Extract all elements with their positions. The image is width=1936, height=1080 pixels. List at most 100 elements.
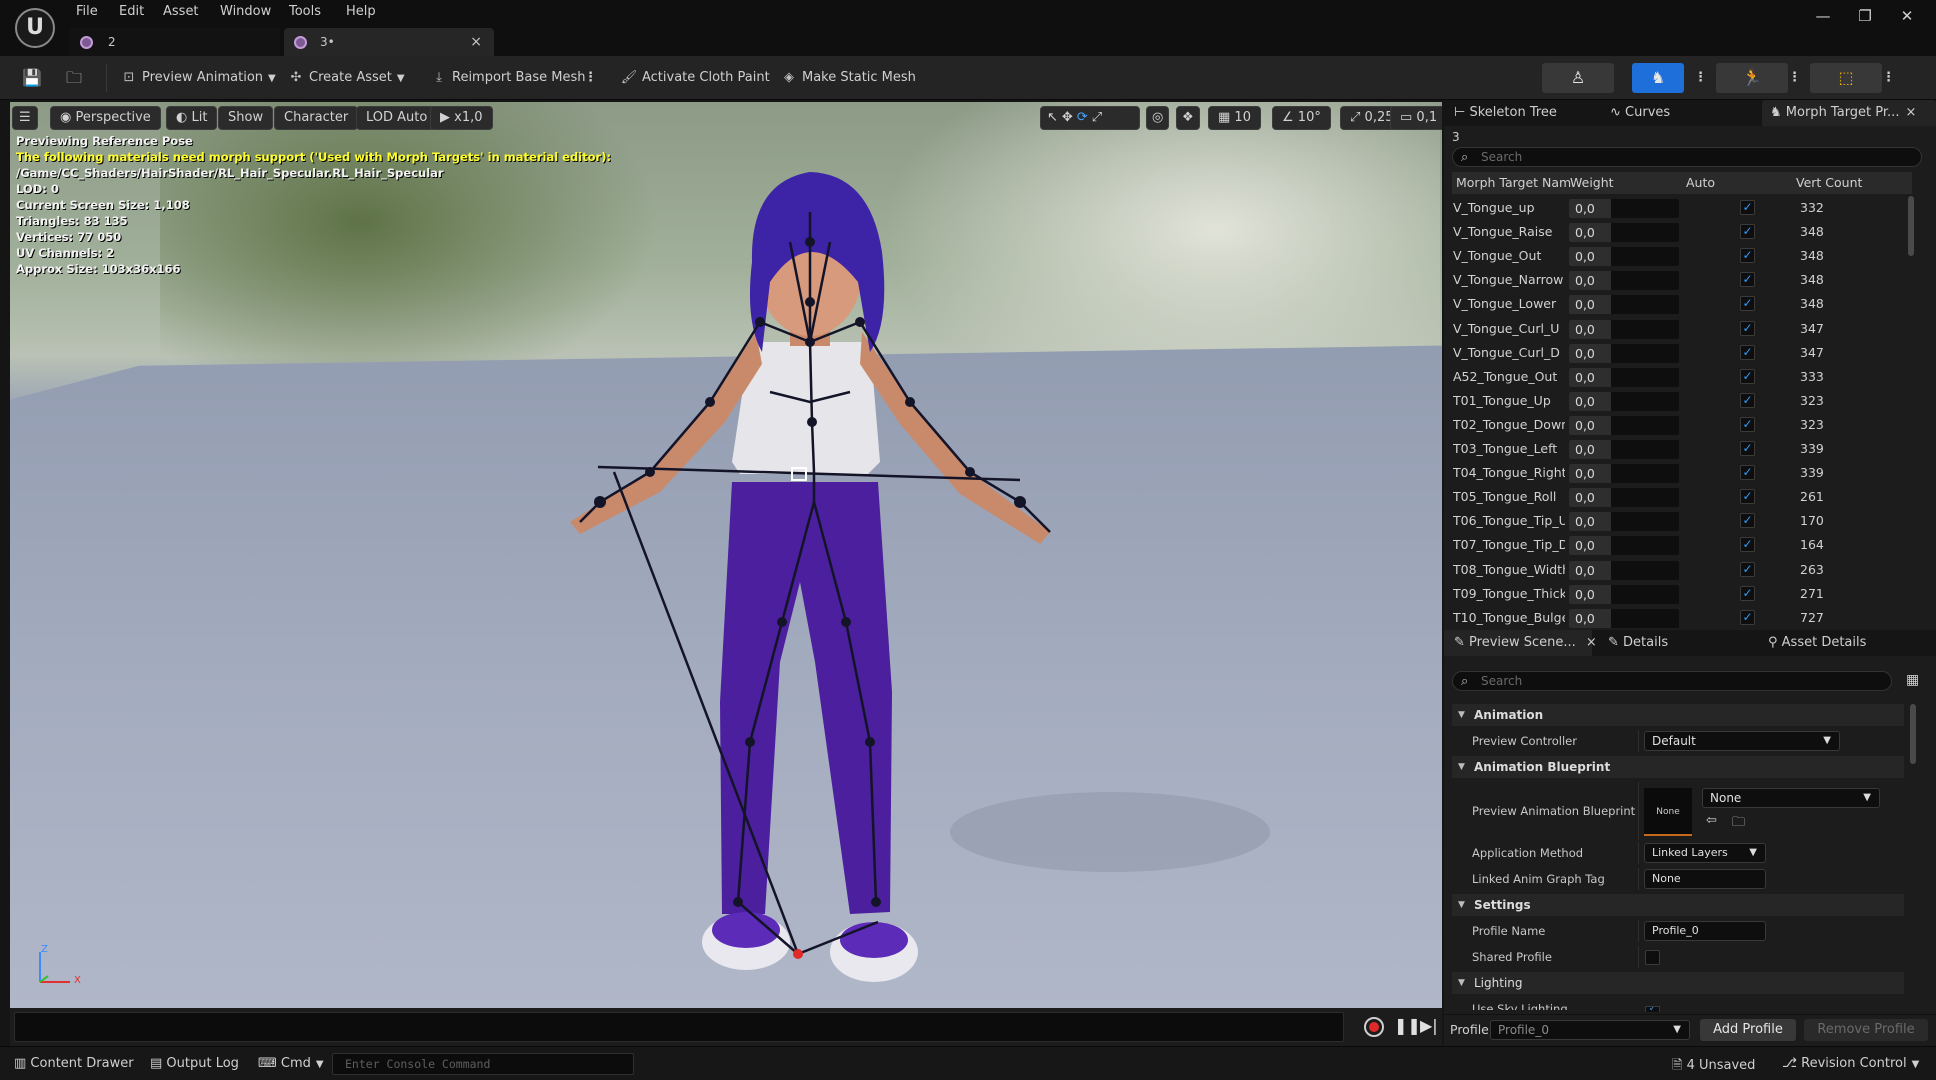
tab-asset-3[interactable]: 3• × bbox=[284, 28, 494, 56]
lit-button[interactable]: ◐ Lit bbox=[166, 106, 218, 130]
remove-profile-button[interactable]: Remove Profile bbox=[1804, 1019, 1928, 1041]
morph-target-row[interactable]: V_Tongue_Raise 0,0 ✓ 348 bbox=[1452, 220, 1912, 244]
blueprint-mode-button[interactable]: ⬚ bbox=[1810, 63, 1882, 93]
morph-target-row[interactable]: T10_Tongue_Bulge_ 0,0 ✓ 727 bbox=[1452, 606, 1912, 630]
profile-dropdown[interactable]: Profile_0 ▼ bbox=[1490, 1020, 1690, 1040]
auto-checkbox[interactable]: ✓ bbox=[1740, 344, 1755, 360]
close-tab-icon[interactable]: × bbox=[1905, 105, 1916, 120]
auto-checkbox[interactable]: ✓ bbox=[1740, 272, 1755, 288]
morph-weight-slider[interactable]: 0,0 bbox=[1569, 367, 1679, 387]
morph-weight-slider[interactable]: 0,0 bbox=[1569, 560, 1679, 580]
pause-icon[interactable]: ❚❚ bbox=[1394, 1016, 1421, 1035]
browse-asset-icon[interactable]: 🗀 bbox=[66, 66, 82, 90]
col-auto[interactable]: Auto bbox=[1686, 175, 1715, 190]
add-profile-button[interactable]: Add Profile bbox=[1700, 1019, 1796, 1041]
col-weight[interactable]: Weight bbox=[1570, 175, 1614, 190]
morph-weight-slider[interactable]: 0,0 bbox=[1569, 488, 1679, 508]
world-local-toggle-icon[interactable]: ◎ bbox=[1146, 106, 1170, 130]
viewport[interactable]: ☰ ◉ Perspective ◐ Lit Show Character LOD… bbox=[10, 102, 1442, 1008]
morph-target-row[interactable]: V_Tongue_Out 0,0 ✓ 348 bbox=[1452, 244, 1912, 268]
auto-checkbox[interactable]: ✓ bbox=[1740, 609, 1755, 625]
application-method-dropdown[interactable]: Linked Layers ▼ bbox=[1644, 843, 1766, 863]
move-icon[interactable]: ✥ bbox=[1062, 110, 1077, 125]
shared-profile-checkbox[interactable] bbox=[1645, 950, 1660, 965]
morph-weight-slider[interactable]: 0,0 bbox=[1569, 295, 1679, 315]
section-animation-blueprint[interactable]: Animation Blueprint bbox=[1452, 756, 1904, 778]
details-scrollbar[interactable] bbox=[1910, 704, 1916, 764]
timeline-scrubber[interactable] bbox=[14, 1012, 1344, 1042]
unsaved-button[interactable]: 🗎 4 Unsaved bbox=[1672, 1056, 1755, 1078]
menu-file[interactable]: File bbox=[76, 4, 98, 19]
browse-icon[interactable]: 🗀 bbox=[1732, 813, 1745, 835]
auto-checkbox[interactable]: ✓ bbox=[1740, 320, 1755, 336]
minimize-button[interactable]: — bbox=[1808, 4, 1838, 28]
morph-weight-slider[interactable]: 0,0 bbox=[1569, 584, 1679, 604]
morph-weight-slider[interactable]: 0,0 bbox=[1569, 271, 1679, 291]
blueprint-mode-options-icon[interactable]: ⋮ bbox=[1882, 66, 1895, 90]
preview-animation-button[interactable]: ⊡ Preview Animation ▼ bbox=[120, 66, 276, 90]
morph-weight-slider[interactable]: 0,0 bbox=[1569, 512, 1679, 532]
step-forward-icon[interactable]: ▶| bbox=[1420, 1016, 1438, 1035]
menu-tools[interactable]: Tools bbox=[289, 4, 321, 19]
menu-help[interactable]: Help bbox=[346, 4, 376, 19]
morph-target-row[interactable]: T04_Tongue_Right 0,0 ✓ 339 bbox=[1452, 461, 1912, 485]
auto-checkbox[interactable]: ✓ bbox=[1740, 585, 1755, 601]
morph-target-row[interactable]: V_Tongue_Curl_U 0,0 ✓ 347 bbox=[1452, 317, 1912, 341]
auto-checkbox[interactable]: ✓ bbox=[1740, 489, 1755, 505]
tab-preview-scene[interactable]: ✎ Preview Scene... × bbox=[1444, 630, 1597, 656]
select-icon[interactable]: ↖ bbox=[1047, 110, 1062, 125]
auto-checkbox[interactable]: ✓ bbox=[1740, 513, 1755, 529]
perspective-button[interactable]: ◉ Perspective bbox=[50, 106, 161, 130]
mesh-mode-options-icon[interactable]: ⋮ bbox=[1694, 66, 1707, 90]
morph-scrollbar[interactable] bbox=[1908, 196, 1914, 256]
section-lighting[interactable]: Lighting bbox=[1452, 972, 1904, 994]
use-selected-icon[interactable]: ⇦ bbox=[1706, 813, 1717, 828]
anim-bp-dropdown[interactable]: None ▼ bbox=[1702, 788, 1880, 808]
angle-snap-button[interactable]: ∠ 10° bbox=[1272, 106, 1331, 130]
morph-target-row[interactable]: A52_Tongue_Out 0,0 ✓ 333 bbox=[1452, 365, 1912, 389]
make-static-mesh-button[interactable]: ◈ Make Static Mesh bbox=[780, 66, 916, 90]
output-log-button[interactable]: ▤ Output Log bbox=[150, 1056, 239, 1071]
auto-checkbox[interactable]: ✓ bbox=[1740, 441, 1755, 456]
record-button[interactable] bbox=[1364, 1017, 1384, 1037]
save-icon[interactable]: 💾 bbox=[22, 66, 42, 90]
morph-weight-slider[interactable]: 0,0 bbox=[1569, 415, 1679, 435]
reimport-base-mesh-button[interactable]: ⤓ Reimport Base Mesh bbox=[430, 66, 585, 90]
morph-target-row[interactable]: T09_Tongue_Thickness 0,0 ✓ 271 bbox=[1452, 582, 1912, 606]
auto-checkbox[interactable]: ✓ bbox=[1740, 296, 1755, 312]
morph-weight-slider[interactable]: 0,0 bbox=[1569, 343, 1679, 363]
morph-search-input[interactable]: ⌕ Search bbox=[1452, 147, 1922, 167]
morph-weight-slider[interactable]: 0,0 bbox=[1569, 319, 1679, 339]
character-button[interactable]: Character bbox=[274, 106, 359, 130]
rotate-icon[interactable]: ⟳ bbox=[1077, 110, 1092, 125]
morph-weight-slider[interactable]: 0,0 bbox=[1569, 464, 1679, 484]
preview-controller-dropdown[interactable]: Default ▼ bbox=[1644, 731, 1840, 751]
auto-checkbox[interactable]: ✓ bbox=[1740, 224, 1755, 240]
linked-anim-graph-tag-input[interactable]: None bbox=[1644, 869, 1766, 889]
col-vert-count[interactable]: Vert Count bbox=[1796, 175, 1862, 190]
auto-checkbox[interactable]: ✓ bbox=[1740, 537, 1755, 553]
menu-edit[interactable]: Edit bbox=[119, 4, 144, 19]
mesh-mode-button[interactable]: ♞ bbox=[1632, 63, 1684, 93]
auto-checkbox[interactable]: ✓ bbox=[1740, 368, 1755, 384]
auto-checkbox[interactable]: ✓ bbox=[1740, 392, 1755, 408]
auto-checkbox[interactable]: ✓ bbox=[1740, 248, 1755, 264]
restore-button[interactable]: ❐ bbox=[1850, 4, 1880, 28]
activate-cloth-paint-button[interactable]: 🖌 Activate Cloth Paint bbox=[620, 66, 770, 90]
morph-weight-slider[interactable]: 0,0 bbox=[1569, 391, 1679, 411]
morph-weight-slider[interactable]: 0,0 bbox=[1569, 223, 1679, 243]
camera-speed-button[interactable]: ▭ 0,1 bbox=[1390, 106, 1442, 130]
morph-target-row[interactable]: V_Tongue_Lower 0,0 ✓ 348 bbox=[1452, 292, 1912, 316]
morph-target-row[interactable]: T07_Tongue_Tip_Down 0,0 ✓ 164 bbox=[1452, 533, 1912, 557]
details-search-input[interactable]: ⌕ Search bbox=[1452, 671, 1892, 691]
tab-asset-2[interactable]: 2 bbox=[70, 28, 280, 56]
tab-curves[interactable]: ∿ Curves bbox=[1610, 100, 1670, 126]
auto-checkbox[interactable]: ✓ bbox=[1740, 200, 1755, 215]
morph-weight-slider[interactable]: 0,0 bbox=[1569, 199, 1679, 218]
use-sky-lighting-checkbox[interactable]: ✓ bbox=[1645, 1006, 1660, 1012]
morph-weight-slider[interactable]: 0,0 bbox=[1569, 247, 1679, 267]
auto-checkbox[interactable]: ✓ bbox=[1740, 561, 1755, 577]
playback-speed-button[interactable]: ▶ x1,0 bbox=[430, 106, 493, 130]
morph-target-row[interactable]: T02_Tongue_Down 0,0 ✓ 323 bbox=[1452, 413, 1912, 437]
console-command-input[interactable]: Enter Console Command bbox=[332, 1053, 634, 1075]
